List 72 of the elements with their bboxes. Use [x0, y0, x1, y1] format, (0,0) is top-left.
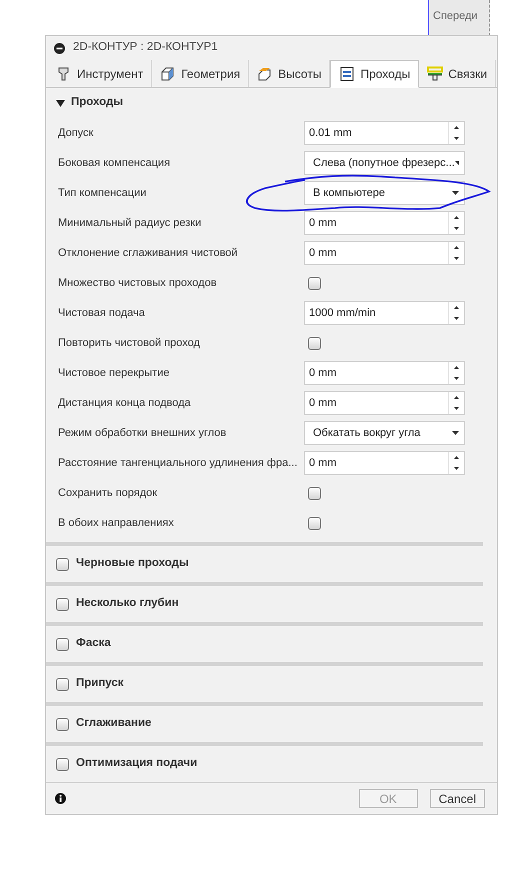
- group-title: Фаска: [76, 636, 111, 652]
- field-label: Сохранить порядок: [58, 486, 158, 501]
- dropdown[interactable]: В компьютере: [304, 181, 465, 205]
- tab[interactable]: Геометрия: [152, 60, 250, 87]
- dropdown[interactable]: Слева (попутное фрезерс...: [304, 151, 465, 175]
- down-arrow-icon[interactable]: [454, 137, 459, 140]
- up-arrow-icon[interactable]: [454, 246, 459, 249]
- checkbox[interactable]: [308, 276, 321, 290]
- field-label: Допуск: [58, 126, 94, 141]
- group-title: Оптимизация подачи: [76, 756, 198, 772]
- field-label: Расстояние тангенциального удлинения фра...: [58, 456, 298, 471]
- collapse-icon[interactable]: [54, 42, 65, 54]
- number-field[interactable]: 0 mm: [304, 211, 465, 235]
- tab[interactable]: Связки: [419, 60, 496, 87]
- up-arrow-icon[interactable]: [454, 456, 459, 459]
- checkbox[interactable]: [308, 516, 321, 530]
- field-label: Отклонение сглаживания чистовой: [58, 246, 239, 261]
- caret-down-icon: [452, 431, 459, 435]
- up-arrow-icon[interactable]: [454, 306, 459, 309]
- field-label: Дистанция конца подвода: [58, 396, 192, 411]
- group-title: Припуск: [76, 676, 124, 692]
- checkbox[interactable]: [308, 336, 321, 350]
- field-label: Повторить чистовой проход: [58, 336, 201, 351]
- number-field[interactable]: 1000 mm/min: [304, 301, 465, 325]
- up-arrow-icon[interactable]: [454, 126, 459, 129]
- down-arrow-icon[interactable]: [454, 227, 459, 230]
- window-title: 2D-КОНТУР : 2D-КОНТУР1: [73, 40, 218, 56]
- down-arrow-icon[interactable]: [454, 407, 459, 410]
- group-title: Несколько глубин: [76, 596, 179, 612]
- number-field[interactable]: 0 mm: [304, 391, 465, 415]
- field-label: Боковая компенсация: [58, 156, 172, 171]
- number-field[interactable]: 0 mm: [304, 451, 465, 475]
- number-field[interactable]: 0 mm: [304, 241, 465, 265]
- up-arrow-icon[interactable]: [454, 216, 459, 219]
- group-title: Черновые проходы: [76, 556, 189, 572]
- number-field[interactable]: 0.01 mm: [304, 121, 465, 145]
- field-label: В обоих направлениях: [58, 516, 175, 531]
- tab[interactable]: Инструмент: [48, 60, 152, 87]
- down-arrow-icon[interactable]: [454, 257, 459, 260]
- checkbox[interactable]: [56, 718, 69, 730]
- field-label: Минимальный радиус резки: [58, 216, 202, 231]
- down-arrow-icon[interactable]: [454, 317, 459, 320]
- box-icon: [160, 66, 176, 82]
- field-label: Чистовая подача: [58, 306, 146, 321]
- field-label: Режим обработки внешних углов: [58, 426, 228, 441]
- field-label: Чистовое перекрытие: [58, 366, 170, 381]
- checkbox[interactable]: [56, 638, 69, 650]
- field-label: Множество чистовых проходов: [58, 276, 218, 291]
- up-arrow-icon[interactable]: [454, 396, 459, 399]
- checkbox[interactable]: [56, 558, 69, 570]
- section-title: Проходы: [71, 95, 124, 110]
- down-arrow-icon[interactable]: [454, 377, 459, 380]
- checkbox[interactable]: [56, 678, 69, 690]
- box-icon: [257, 66, 274, 82]
- down-arrow-icon[interactable]: [454, 467, 459, 470]
- checkbox[interactable]: [56, 758, 69, 770]
- viewcube[interactable]: Спереди: [428, 0, 490, 36]
- passes-icon: [339, 66, 356, 82]
- up-arrow-icon[interactable]: [454, 366, 459, 369]
- number-field[interactable]: 0 mm: [304, 361, 465, 385]
- linking-icon: [427, 66, 444, 82]
- field-label: Тип компенсации: [58, 186, 148, 201]
- group-title: Сглаживание: [76, 716, 152, 732]
- caret-down-icon: [454, 161, 459, 165]
- caret-down-icon[interactable]: [56, 98, 65, 108]
- caret-down-icon: [452, 191, 459, 195]
- checkbox[interactable]: [308, 486, 321, 500]
- dropdown[interactable]: Обкатать вокруг угла: [304, 421, 465, 445]
- tab[interactable]: Проходы: [330, 60, 420, 88]
- checkbox[interactable]: [56, 598, 69, 610]
- info-icon[interactable]: [55, 793, 66, 804]
- cancel-button[interactable]: Cancel: [430, 789, 485, 808]
